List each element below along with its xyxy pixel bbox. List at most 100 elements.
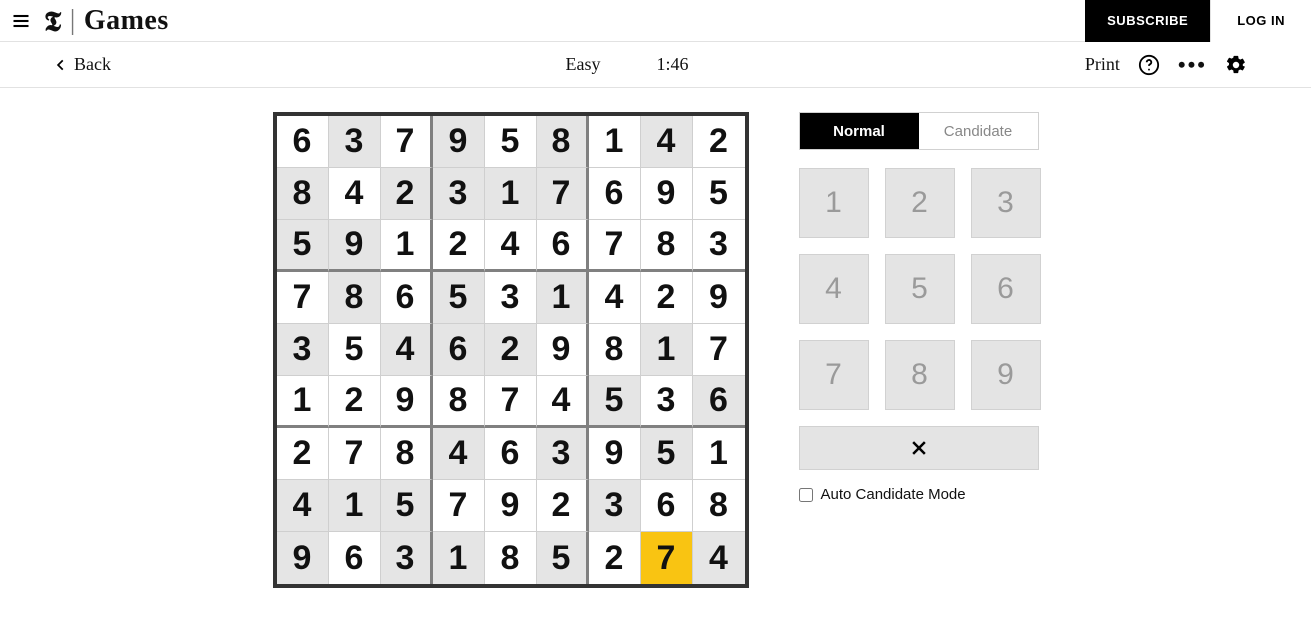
- sudoku-cell[interactable]: 1: [329, 480, 381, 532]
- sudoku-cell[interactable]: 6: [641, 480, 693, 532]
- sudoku-cell[interactable]: 2: [329, 376, 381, 428]
- sudoku-cell[interactable]: 4: [693, 532, 745, 584]
- sudoku-cell[interactable]: 4: [381, 324, 433, 376]
- subscribe-button[interactable]: SUBSCRIBE: [1085, 0, 1210, 42]
- sudoku-cell[interactable]: 1: [693, 428, 745, 480]
- sudoku-cell[interactable]: 8: [485, 532, 537, 584]
- sudoku-cell[interactable]: 6: [485, 428, 537, 480]
- numpad-key-4[interactable]: 4: [799, 254, 869, 324]
- numpad-key-9[interactable]: 9: [971, 340, 1041, 410]
- sudoku-cell[interactable]: 7: [329, 428, 381, 480]
- sudoku-cell[interactable]: 9: [589, 428, 641, 480]
- sudoku-cell[interactable]: 4: [641, 116, 693, 168]
- numpad-key-8[interactable]: 8: [885, 340, 955, 410]
- sudoku-cell[interactable]: 8: [641, 220, 693, 272]
- sudoku-cell[interactable]: 2: [693, 116, 745, 168]
- sudoku-cell[interactable]: 8: [537, 116, 589, 168]
- sudoku-cell[interactable]: 5: [433, 272, 485, 324]
- help-icon[interactable]: [1138, 54, 1160, 76]
- sudoku-cell[interactable]: 7: [589, 220, 641, 272]
- mode-normal-button[interactable]: Normal: [800, 113, 919, 149]
- sudoku-cell[interactable]: 3: [537, 428, 589, 480]
- sudoku-cell[interactable]: 9: [485, 480, 537, 532]
- sudoku-cell[interactable]: 8: [693, 480, 745, 532]
- back-button[interactable]: Back: [54, 54, 111, 75]
- sudoku-cell[interactable]: 6: [537, 220, 589, 272]
- sudoku-cell[interactable]: 6: [329, 532, 381, 584]
- settings-gear-icon[interactable]: [1225, 54, 1247, 76]
- sudoku-cell[interactable]: 7: [277, 272, 329, 324]
- sudoku-cell[interactable]: 5: [485, 116, 537, 168]
- numpad-key-1[interactable]: 1: [799, 168, 869, 238]
- numpad-key-6[interactable]: 6: [971, 254, 1041, 324]
- sudoku-cell[interactable]: 7: [693, 324, 745, 376]
- sudoku-cell[interactable]: 3: [485, 272, 537, 324]
- sudoku-cell[interactable]: 2: [641, 272, 693, 324]
- brand-logo[interactable]: 𝕿 | Games: [44, 2, 169, 39]
- sudoku-cell[interactable]: 5: [537, 532, 589, 584]
- more-menu-icon[interactable]: •••: [1178, 54, 1207, 76]
- sudoku-cell[interactable]: 1: [381, 220, 433, 272]
- sudoku-cell[interactable]: 3: [641, 376, 693, 428]
- sudoku-cell[interactable]: 3: [693, 220, 745, 272]
- sudoku-cell[interactable]: 5: [693, 168, 745, 220]
- sudoku-cell[interactable]: 2: [277, 428, 329, 480]
- sudoku-cell[interactable]: 6: [381, 272, 433, 324]
- sudoku-cell[interactable]: 6: [589, 168, 641, 220]
- login-button[interactable]: LOG IN: [1210, 0, 1311, 42]
- sudoku-cell[interactable]: 3: [589, 480, 641, 532]
- sudoku-cell[interactable]: 4: [537, 376, 589, 428]
- hamburger-menu-icon[interactable]: [0, 0, 42, 42]
- sudoku-cell[interactable]: 3: [277, 324, 329, 376]
- sudoku-cell[interactable]: 9: [433, 116, 485, 168]
- sudoku-cell[interactable]: 1: [537, 272, 589, 324]
- mode-candidate-button[interactable]: Candidate: [919, 113, 1038, 149]
- sudoku-cell[interactable]: 1: [485, 168, 537, 220]
- sudoku-cell[interactable]: 9: [693, 272, 745, 324]
- sudoku-cell[interactable]: 9: [381, 376, 433, 428]
- sudoku-cell[interactable]: 7: [537, 168, 589, 220]
- sudoku-cell[interactable]: 2: [589, 532, 641, 584]
- sudoku-cell[interactable]: 7: [641, 532, 693, 584]
- sudoku-cell[interactable]: 9: [329, 220, 381, 272]
- sudoku-cell[interactable]: 5: [329, 324, 381, 376]
- sudoku-cell[interactable]: 2: [537, 480, 589, 532]
- sudoku-cell[interactable]: 8: [381, 428, 433, 480]
- sudoku-cell[interactable]: 5: [641, 428, 693, 480]
- sudoku-cell[interactable]: 3: [433, 168, 485, 220]
- sudoku-cell[interactable]: 2: [433, 220, 485, 272]
- sudoku-cell[interactable]: 1: [589, 116, 641, 168]
- sudoku-cell[interactable]: 3: [329, 116, 381, 168]
- sudoku-cell[interactable]: 9: [641, 168, 693, 220]
- sudoku-cell[interactable]: 7: [381, 116, 433, 168]
- erase-button[interactable]: [799, 426, 1039, 470]
- sudoku-cell[interactable]: 2: [381, 168, 433, 220]
- sudoku-cell[interactable]: 8: [433, 376, 485, 428]
- sudoku-cell[interactable]: 6: [693, 376, 745, 428]
- sudoku-cell[interactable]: 5: [381, 480, 433, 532]
- sudoku-cell[interactable]: 2: [485, 324, 537, 376]
- sudoku-cell[interactable]: 3: [381, 532, 433, 584]
- sudoku-cell[interactable]: 9: [537, 324, 589, 376]
- sudoku-cell[interactable]: 8: [329, 272, 381, 324]
- sudoku-cell[interactable]: 7: [485, 376, 537, 428]
- sudoku-cell[interactable]: 6: [277, 116, 329, 168]
- numpad-key-5[interactable]: 5: [885, 254, 955, 324]
- sudoku-cell[interactable]: 1: [277, 376, 329, 428]
- auto-candidate-checkbox[interactable]: [799, 488, 813, 502]
- numpad-key-3[interactable]: 3: [971, 168, 1041, 238]
- print-button[interactable]: Print: [1085, 54, 1120, 75]
- sudoku-cell[interactable]: 4: [433, 428, 485, 480]
- sudoku-cell[interactable]: 5: [277, 220, 329, 272]
- sudoku-cell[interactable]: 4: [329, 168, 381, 220]
- sudoku-cell[interactable]: 5: [589, 376, 641, 428]
- sudoku-cell[interactable]: 7: [433, 480, 485, 532]
- sudoku-cell[interactable]: 4: [485, 220, 537, 272]
- numpad-key-2[interactable]: 2: [885, 168, 955, 238]
- sudoku-cell[interactable]: 6: [433, 324, 485, 376]
- sudoku-cell[interactable]: 4: [589, 272, 641, 324]
- sudoku-cell[interactable]: 8: [277, 168, 329, 220]
- sudoku-cell[interactable]: 1: [641, 324, 693, 376]
- auto-candidate-toggle[interactable]: Auto Candidate Mode: [799, 486, 1039, 503]
- sudoku-cell[interactable]: 4: [277, 480, 329, 532]
